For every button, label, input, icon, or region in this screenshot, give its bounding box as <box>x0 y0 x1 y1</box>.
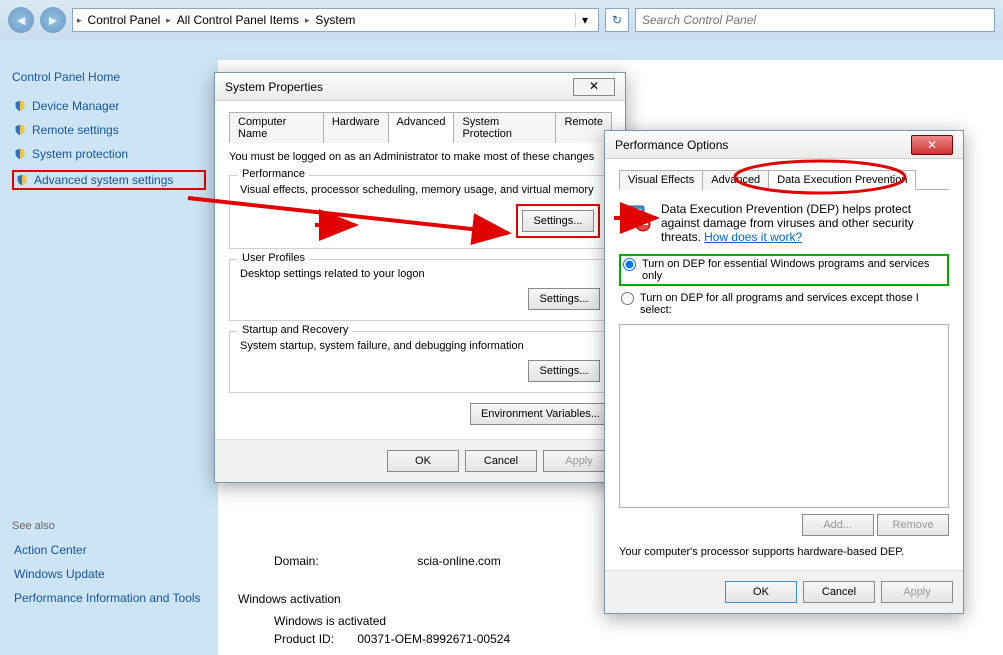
breadcrumb-segment[interactable]: System <box>311 13 359 27</box>
refresh-button[interactable]: ↻ <box>605 8 629 32</box>
radio-label: Turn on DEP for all programs and service… <box>640 292 947 316</box>
dep-radio-essential[interactable]: Turn on DEP for essential Windows progra… <box>619 254 949 286</box>
close-button[interactable]: ✕ <box>573 78 615 96</box>
tab-advanced[interactable]: Advanced <box>702 170 769 190</box>
dialog-title: System Properties <box>225 80 323 94</box>
tab-dep[interactable]: Data Execution Prevention <box>768 170 916 190</box>
dialog-buttons: OK Cancel Apply <box>215 439 625 482</box>
dep-help-link[interactable]: How does it work? <box>704 230 802 244</box>
add-button[interactable]: Add... <box>802 514 874 536</box>
explorer-toolbar: ◄ ► ▸ Control Panel ▸ All Control Panel … <box>0 0 1003 40</box>
tab-hardware[interactable]: Hardware <box>323 112 389 143</box>
cancel-button[interactable]: Cancel <box>465 450 537 472</box>
performance-group: Performance Visual effects, processor sc… <box>229 175 611 249</box>
apply-button[interactable]: Apply <box>881 581 953 603</box>
group-desc: Visual effects, processor scheduling, me… <box>240 184 600 196</box>
shield-icon <box>14 148 26 160</box>
search-box[interactable] <box>635 8 995 32</box>
nav-advanced-system-settings[interactable]: Advanced system settings <box>12 170 206 190</box>
system-properties-dialog: System Properties ✕ Computer Name Hardwa… <box>214 72 626 483</box>
dep-footer-text: Your computer's processor supports hardw… <box>619 546 949 558</box>
chevron-right-icon: ▸ <box>305 15 310 26</box>
nav-label: Remote settings <box>32 123 119 137</box>
nav-label: Advanced system settings <box>34 173 173 187</box>
control-panel-home-link[interactable]: Control Panel Home <box>12 70 206 84</box>
dep-radio-all-except[interactable]: Turn on DEP for all programs and service… <box>619 290 949 318</box>
tab-computer-name[interactable]: Computer Name <box>229 112 324 143</box>
chevron-right-icon: ▸ <box>166 15 171 26</box>
product-id-label: Product ID: <box>274 632 354 646</box>
shield-icon <box>14 100 26 112</box>
user-profiles-settings-button[interactable]: Settings... <box>528 288 600 310</box>
tab-advanced[interactable]: Advanced <box>388 112 455 143</box>
shield-icon <box>16 174 28 186</box>
activation-status: Windows is activated <box>274 614 983 628</box>
breadcrumb-segment[interactable]: All Control Panel Items <box>173 13 303 27</box>
tab-strip: Visual Effects Advanced Data Execution P… <box>619 169 949 190</box>
dialog-title: Performance Options <box>615 138 728 152</box>
address-bar[interactable]: ▸ Control Panel ▸ All Control Panel Item… <box>72 8 599 32</box>
ok-button[interactable]: OK <box>725 581 797 603</box>
address-dropdown[interactable]: ▾ <box>575 13 594 27</box>
close-button[interactable]: ✕ <box>911 135 953 155</box>
tab-visual-effects[interactable]: Visual Effects <box>619 170 703 190</box>
tab-strip: Computer Name Hardware Advanced System P… <box>229 111 611 143</box>
dep-description: Data Execution Prevention (DEP) helps pr… <box>661 204 914 244</box>
tab-system-protection[interactable]: System Protection <box>453 112 556 143</box>
left-nav: Control Panel Home Device Manager Remote… <box>0 60 218 624</box>
environment-variables-button[interactable]: Environment Variables... <box>470 403 611 425</box>
location-icon: ▸ <box>77 15 82 26</box>
performance-options-dialog: Performance Options ✕ Visual Effects Adv… <box>604 130 964 614</box>
nav-device-manager[interactable]: Device Manager <box>12 98 206 114</box>
startup-recovery-group: Startup and Recovery System startup, sys… <box>229 331 611 393</box>
group-desc: System startup, system failure, and debu… <box>240 340 600 352</box>
nav-remote-settings[interactable]: Remote settings <box>12 122 206 138</box>
nav-back-button[interactable]: ◄ <box>8 7 34 33</box>
remove-button[interactable]: Remove <box>877 514 949 536</box>
domain-label: Domain: <box>274 554 414 568</box>
dep-icon <box>619 202 651 234</box>
breadcrumb-segment[interactable]: Control Panel <box>84 13 165 27</box>
group-title: User Profiles <box>238 252 309 264</box>
user-profiles-group: User Profiles Desktop settings related t… <box>229 259 611 321</box>
see-also-windows-update[interactable]: Windows Update <box>12 566 206 582</box>
nav-system-protection[interactable]: System protection <box>12 146 206 162</box>
nav-label: System protection <box>32 147 128 161</box>
dep-exclusion-list[interactable] <box>619 324 949 508</box>
nav-forward-button[interactable]: ► <box>40 7 66 33</box>
radio-label: Turn on DEP for essential Windows progra… <box>642 258 945 282</box>
nav-label: Device Manager <box>32 99 119 113</box>
group-desc: Desktop settings related to your logon <box>240 268 600 280</box>
domain-value: scia-online.com <box>417 554 500 568</box>
dialog-titlebar[interactable]: Performance Options ✕ <box>605 131 963 159</box>
dialog-buttons: OK Cancel Apply <box>605 570 963 613</box>
startup-settings-button[interactable]: Settings... <box>528 360 600 382</box>
admin-notice: You must be logged on as an Administrato… <box>229 151 611 163</box>
ok-button[interactable]: OK <box>387 450 459 472</box>
radio-input[interactable] <box>623 258 636 271</box>
dialog-titlebar[interactable]: System Properties ✕ <box>215 73 625 101</box>
performance-settings-button[interactable]: Settings... <box>522 210 594 232</box>
radio-input[interactable] <box>621 292 634 305</box>
see-also-heading: See also <box>12 520 206 532</box>
product-id-value: 00371-OEM-8992671-00524 <box>357 632 510 646</box>
see-also-perf-info[interactable]: Performance Information and Tools <box>12 590 206 606</box>
product-id-row: Product ID: 00371-OEM-8992671-00524 <box>274 632 983 646</box>
group-title: Performance <box>238 168 309 180</box>
search-input[interactable] <box>642 13 988 27</box>
cancel-button[interactable]: Cancel <box>803 581 875 603</box>
group-title: Startup and Recovery <box>238 324 352 336</box>
see-also-action-center[interactable]: Action Center <box>12 542 206 558</box>
shield-icon <box>14 124 26 136</box>
